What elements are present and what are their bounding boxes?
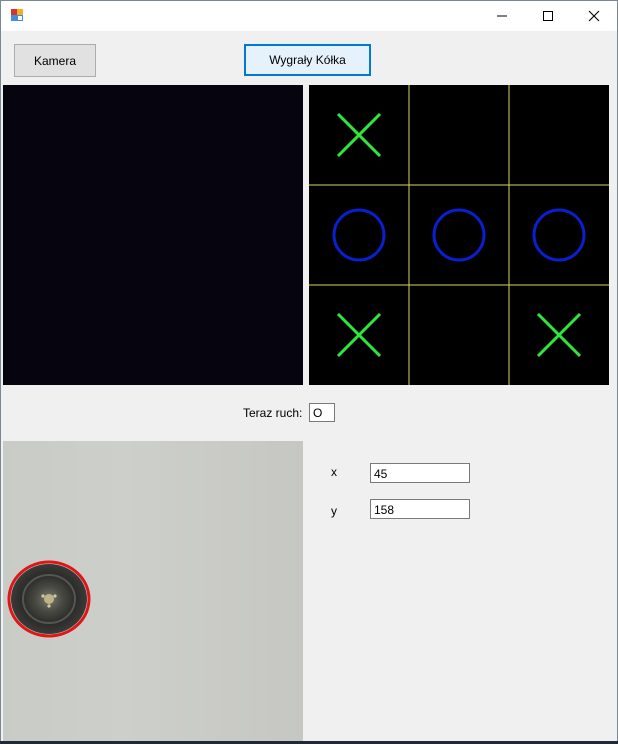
camera-preview — [3, 85, 303, 385]
turn-label: Teraz ruch: — [243, 406, 303, 420]
minimize-icon — [497, 15, 507, 17]
close-button[interactable] — [571, 1, 617, 31]
app-icon — [11, 9, 23, 21]
maximize-button[interactable] — [525, 1, 571, 31]
form-client-area: Kamera Wygrały Kółka Teraz ruch: O x 45 … — [1, 31, 617, 743]
y-label: y — [331, 504, 337, 518]
maximize-icon — [543, 11, 553, 21]
title-bar[interactable] — [1, 1, 617, 31]
turn-field[interactable]: O — [309, 403, 335, 422]
x-field[interactable]: 45 — [370, 463, 470, 483]
x-label: x — [331, 465, 337, 479]
camera-button[interactable]: Kamera — [14, 44, 96, 77]
result-button[interactable]: Wygrały Kółka — [244, 44, 371, 76]
close-icon — [588, 10, 600, 22]
y-field[interactable]: 158 — [370, 499, 470, 519]
detection-image — [3, 441, 303, 741]
minimize-button[interactable] — [479, 1, 525, 31]
board-canvas — [309, 85, 609, 385]
app-window: Kamera Wygrały Kółka Teraz ruch: O x 45 … — [0, 0, 618, 744]
x-mark — [336, 312, 382, 358]
x-mark — [536, 312, 582, 358]
x-mark — [336, 112, 382, 158]
tic-tac-toe-board — [309, 85, 609, 385]
o-mark — [332, 208, 386, 262]
o-mark — [532, 208, 586, 262]
o-mark — [432, 208, 486, 262]
